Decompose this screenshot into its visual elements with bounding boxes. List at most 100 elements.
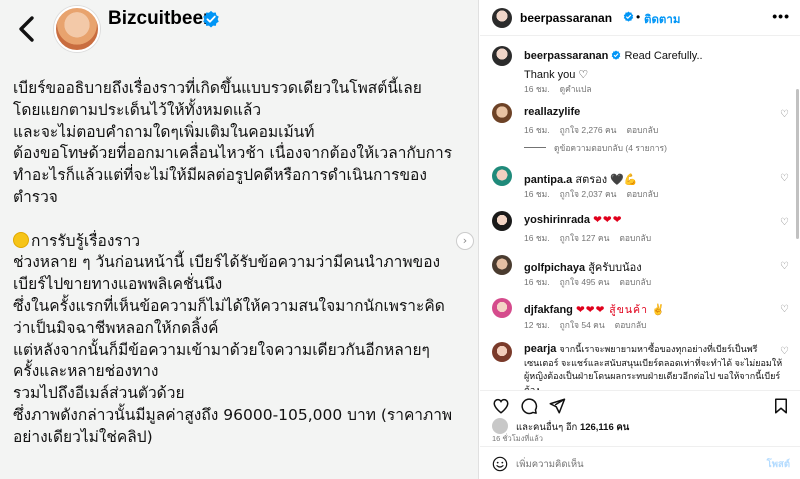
- like-comment-heart-icon[interactable]: ♡: [780, 261, 790, 272]
- post-line: ต้องขอโทษด้วยที่ออกมาเคลื่อนไหวช้า เนื่อ…: [13, 144, 453, 163]
- emoji-smiley-icon[interactable]: [492, 456, 508, 472]
- back-arrow-icon: [19, 16, 34, 42]
- comment-time[interactable]: 16 ชม.: [524, 125, 550, 135]
- caption-meta: 16 ชม. ดูคำแปล: [524, 82, 602, 96]
- comment-username[interactable]: golfpichaya: [524, 262, 585, 274]
- comment-likes[interactable]: ถูกใจ 2,276 คน: [560, 125, 617, 135]
- translate-link[interactable]: ดูคำแปล: [560, 84, 592, 94]
- post-line: ช่วงหลาย ๆ วันก่อนหน้านี้ เบียร์ได้รับข้…: [13, 253, 441, 272]
- comment-likes[interactable]: ถูกใจ 495 คน: [560, 277, 610, 287]
- likers-avatar[interactable]: [492, 418, 508, 434]
- separator-dot: •: [636, 10, 641, 24]
- like-heart-icon[interactable]: [492, 397, 510, 415]
- post-line: ซึ่งในครั้งแรกที่เห็นข้อความก็ไม่ได้ให้ค…: [13, 296, 445, 315]
- caption-text-line2: Thank you ♡: [524, 69, 589, 81]
- caption-time[interactable]: 16 ชม.: [524, 84, 550, 94]
- comment-text: สู้ครับบน้อง: [588, 262, 642, 274]
- comment-input[interactable]: [516, 454, 756, 474]
- post-text-body: เบียร์ขออธิบายถึงเรื่องราวที่เกิดขึ้นแบบ…: [13, 78, 468, 449]
- comment-username[interactable]: reallazylife: [524, 106, 580, 118]
- comment-likes[interactable]: ถูกใจ 54 คน: [560, 320, 605, 330]
- comment-entry: pearja จากนี้เราจะพยายามหาซื้อของทุกอย่า…: [524, 343, 786, 390]
- post-header: beerpassaranan • ติดตาม •••: [480, 0, 800, 36]
- comment-time[interactable]: 16 ชม.: [524, 277, 550, 287]
- post-line: ครั้งและหลายช่องทาง: [13, 362, 159, 381]
- comment-meta: 12 ชม. ถูกใจ 54 คน ตอบกลับ: [524, 318, 656, 332]
- caption-text: Read Carefully..: [624, 50, 703, 62]
- image-username: Bizcuitbeer: [108, 8, 211, 29]
- comment-meta: 16 ชม. ถูกใจ 2,276 คน ตอบกลับ: [524, 123, 668, 137]
- post-line: ตำรวจ: [13, 187, 58, 206]
- comment-avatar[interactable]: [492, 166, 512, 186]
- comment-likes[interactable]: ถูกใจ 2,037 คน: [560, 189, 617, 199]
- likes-prefix: และคนอื่นๆ อีก: [516, 422, 578, 433]
- comment-username[interactable]: djfakfang: [524, 304, 573, 316]
- comment-entry: pantipa.a สตรอง 🖤💪: [524, 170, 638, 188]
- comment-meta: 16 ชม. ถูกใจ 2,037 คน ตอบกลับ: [524, 187, 668, 201]
- image-avatar: [54, 6, 100, 52]
- comment-avatar[interactable]: [492, 298, 512, 318]
- caption-entry: beerpassaranan Read Carefully.. Thank yo…: [524, 50, 703, 81]
- post-actions: และคนอื่นๆ อีก 126,116 คน 16 ชั่วโมงที่แ…: [480, 390, 800, 445]
- post-timestamp: 16 ชั่วโมงที่แล้ว: [492, 434, 543, 443]
- caption-avatar[interactable]: [492, 46, 512, 66]
- comment-entry: reallazylife: [524, 106, 580, 118]
- post-line: แต่หลังจากนั้นก็มีข้อความเข้ามาด้วยใจควา…: [13, 340, 430, 359]
- post-comment-button[interactable]: โพสต์: [767, 457, 790, 472]
- share-paper-plane-icon[interactable]: [548, 397, 566, 415]
- like-comment-heart-icon[interactable]: ♡: [780, 217, 790, 228]
- reply-button[interactable]: ตอบกลับ: [619, 277, 651, 287]
- comments-panel: beerpassaranan • ติดตาม ••• beerpassaran…: [480, 0, 800, 479]
- comment-username[interactable]: yoshirinrada: [524, 214, 590, 226]
- comment-username[interactable]: pantipa.a: [524, 174, 572, 186]
- comment-text: ❤❤❤ สู้ขนค้า ✌: [575, 304, 666, 316]
- comment-meta: 16 ชม. ถูกใจ 127 คน ตอบกลับ: [524, 231, 661, 245]
- post-line: เบียร์ไปขายทางแอพพลิเคชั่นนึง: [13, 275, 223, 294]
- comment-avatar[interactable]: [492, 342, 512, 362]
- next-image-chevron-icon[interactable]: ›: [456, 232, 474, 250]
- comment-text: สตรอง 🖤💪: [575, 174, 638, 186]
- comment-text: ❤❤❤: [593, 214, 623, 226]
- reply-button[interactable]: ตอบกลับ: [626, 125, 658, 135]
- comment-time[interactable]: 12 ชม.: [524, 320, 550, 330]
- comment-time[interactable]: 16 ชม.: [524, 233, 550, 243]
- comment-entry: yoshirinrada ❤❤❤: [524, 214, 623, 226]
- image-header: Bizcuitbeer: [0, 0, 478, 58]
- caption-username[interactable]: beerpassaranan: [524, 50, 608, 62]
- like-comment-heart-icon[interactable]: ♡: [780, 304, 790, 315]
- verified-badge-icon: [623, 11, 634, 22]
- likes-count[interactable]: 126,116 คน: [580, 422, 629, 433]
- comment-composer: โพสต์: [480, 446, 800, 479]
- reply-button[interactable]: ตอบกลับ: [626, 189, 658, 199]
- like-comment-heart-icon[interactable]: ♡: [780, 346, 790, 357]
- post-line: ว่าเป็นมิจฉาชีพหลอกให้กดลิ้งค์: [13, 318, 219, 337]
- comment-time[interactable]: 16 ชม.: [524, 189, 550, 199]
- comment-avatar[interactable]: [492, 103, 512, 123]
- follow-button[interactable]: ติดตาม: [644, 11, 680, 29]
- scrollbar-thumb[interactable]: [796, 89, 799, 239]
- section-heading-text: การรับรู้เรื่องราว: [31, 231, 141, 250]
- author-avatar[interactable]: [492, 8, 512, 28]
- author-username[interactable]: beerpassaranan: [520, 11, 612, 25]
- comment-avatar[interactable]: [492, 211, 512, 231]
- reply-button[interactable]: ตอบกลับ: [619, 233, 651, 243]
- comment-entry: golfpichaya สู้ครับบน้อง: [524, 258, 642, 276]
- comment-username[interactable]: pearja: [524, 343, 556, 355]
- like-comment-heart-icon[interactable]: ♡: [780, 109, 790, 120]
- post-section-heading: การรับรู้เรื่องราว: [13, 231, 468, 253]
- comment-avatar[interactable]: [492, 255, 512, 275]
- comment-likes[interactable]: ถูกใจ 127 คน: [560, 233, 610, 243]
- post-line: และจะไม่ตอบคำถามใดๆเพิ่มเติมในคอมเม้นท์: [13, 122, 315, 141]
- comment-text: จากนี้เราจะพยายามหาซื้อของทุกอย่างที่เบี…: [524, 344, 783, 390]
- like-comment-heart-icon[interactable]: ♡: [780, 173, 790, 184]
- bookmark-save-icon[interactable]: [772, 397, 790, 415]
- view-replies-button[interactable]: ดูข้อความตอบกลับ (4 รายการ): [524, 141, 667, 155]
- post-image: Bizcuitbeer เบียร์ขออธิบายถึงเรื่องราวที…: [0, 0, 479, 479]
- reply-button[interactable]: ตอบกลับ: [615, 320, 647, 330]
- more-options-button[interactable]: •••: [772, 8, 790, 24]
- post-line: รวมไปถึงอีเมล์ส่วนตัวด้วย: [13, 384, 185, 403]
- post-line: เบียร์ขออธิบายถึงเรื่องราวที่เกิดขึ้นแบบ…: [13, 79, 422, 97]
- comments-list: beerpassaranan Read Carefully.. Thank yo…: [480, 37, 800, 390]
- post-line: โดยแยกตามประเด็นไว้ให้ทั้งหมดแล้ว: [13, 100, 262, 119]
- comment-bubble-icon[interactable]: [520, 397, 538, 415]
